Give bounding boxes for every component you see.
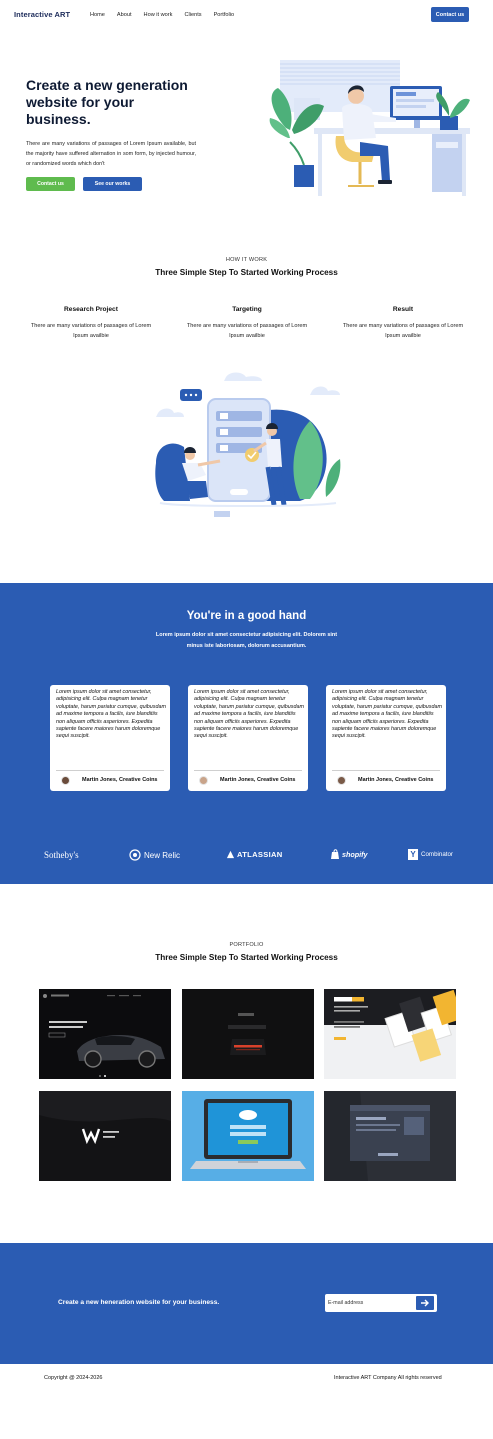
- nav-link-home[interactable]: Home: [90, 12, 105, 18]
- step-title: Research Project: [64, 306, 118, 313]
- hero-text: There are many variations of passages of…: [26, 141, 196, 167]
- brand-sothebys: Sotheby's: [44, 850, 79, 860]
- testimonial-quote: Lorem ipsum dolor sit amet consectetur, …: [332, 689, 442, 740]
- nav-contact-button[interactable]: Contact us: [431, 7, 469, 22]
- teamwork-illustration: [155, 372, 341, 517]
- email-placeholder: E-mail address: [328, 1300, 364, 1306]
- portfolio-item-dark-studio[interactable]: [39, 1091, 171, 1181]
- hero-illustration: [269, 60, 470, 196]
- nav-link-portfolio[interactable]: Portfolio: [214, 12, 235, 18]
- step-text: There are many variations of passages of…: [30, 323, 152, 339]
- send-arrow-icon: [421, 1299, 429, 1307]
- brand-label: shopify: [342, 850, 368, 859]
- how-title: Three Simple Step To Started Working Pro…: [155, 268, 338, 277]
- how-eyebrow: HOW IT WORK: [225, 257, 268, 263]
- brand-label: New Relic: [144, 850, 181, 860]
- divider: [332, 770, 440, 771]
- hero-works-button[interactable]: See our works: [83, 177, 142, 191]
- portfolio-item-mercedes[interactable]: [39, 989, 171, 1079]
- step-text: There are many variations of passages of…: [342, 323, 464, 339]
- atlassian-icon: [226, 850, 235, 859]
- hero-contact-button[interactable]: Contact us: [26, 177, 75, 191]
- testimonials-title: You're in a good hand: [186, 610, 307, 622]
- step-title: Result: [392, 306, 414, 313]
- portfolio-item-ibase[interactable]: [182, 989, 314, 1079]
- logo[interactable]: Interactive ART: [14, 10, 70, 19]
- new-relic-icon: [129, 849, 141, 861]
- brand-combinator: Y Combinator: [408, 849, 453, 860]
- landing-image: [324, 989, 456, 1079]
- brand-label: Combinator: [421, 851, 453, 858]
- testimonial-quote: Lorem ipsum dolor sit amet consectetur, …: [56, 689, 166, 740]
- shopify-icon: [331, 849, 339, 859]
- brand-shopify: shopify: [330, 849, 368, 860]
- testimonial-card: Lorem ipsum dolor sit amet consectetur, …: [188, 685, 308, 791]
- brand-new-relic: New Relic: [129, 849, 180, 861]
- hero-title: Create a new generation website for your…: [26, 77, 188, 127]
- step-text: There are many variations of passages of…: [186, 323, 308, 339]
- divider: [194, 770, 302, 771]
- studio-image: [39, 1091, 171, 1181]
- portfolio-eyebrow: PORTFOLIO: [229, 942, 264, 948]
- testimonial-quote: Lorem ipsum dolor sit amet consectetur, …: [194, 689, 304, 740]
- brand-atlassian: ATLASSIAN: [226, 850, 283, 859]
- testimonial-author: Martin Jones, Creative Coins: [358, 777, 434, 783]
- portfolio-item-dashboard[interactable]: [324, 1091, 456, 1181]
- nav-links: Home About How it work Clients Portfolio: [90, 12, 246, 18]
- testimonial-author: Martin Jones, Creative Coins: [82, 777, 158, 783]
- avatar: [61, 776, 70, 785]
- testimonial-card: Lorem ipsum dolor sit amet consectetur, …: [50, 685, 170, 791]
- device-image: [182, 989, 314, 1079]
- avatar: [199, 776, 208, 785]
- step-research: Research Project There are many variatio…: [26, 306, 156, 341]
- testimonial-author: Martin Jones, Creative Coins: [220, 777, 296, 783]
- testimonial-card: Lorem ipsum dolor sit amet consectetur, …: [326, 685, 446, 791]
- avatar: [337, 776, 346, 785]
- portfolio-item-skype[interactable]: [182, 1091, 314, 1181]
- portfolio-item-simplebee[interactable]: [324, 989, 456, 1079]
- testimonials-subtitle: Lorem ipsum dolor sit amet consectetur a…: [155, 632, 338, 649]
- laptop-image: [182, 1091, 314, 1181]
- footer-rights: Interactive ART Company All rights reser…: [334, 1375, 442, 1381]
- top-nav: Interactive ART Home About How it work C…: [0, 0, 493, 34]
- step-result: Result There are many variations of pass…: [338, 306, 468, 341]
- nav-link-about[interactable]: About: [117, 12, 132, 18]
- divider: [56, 770, 164, 771]
- y-icon: Y: [408, 849, 418, 860]
- nav-link-how-it-work[interactable]: How it work: [144, 12, 173, 18]
- footer-copyright: Copyright @ 2024-2026: [44, 1375, 103, 1381]
- nav-link-clients[interactable]: Clients: [184, 12, 201, 18]
- brand-label: ATLASSIAN: [237, 850, 283, 859]
- step-targeting: Targeting There are many variations of p…: [182, 306, 312, 341]
- dashboard-image: [324, 1091, 456, 1181]
- car-image: [39, 989, 171, 1079]
- step-title: Targeting: [232, 306, 262, 313]
- newsletter-text: Create a new heneration website for your…: [58, 1299, 220, 1306]
- portfolio-title: Three Simple Step To Started Working Pro…: [155, 953, 338, 962]
- brand-logos: Sotheby's New Relic ATLASSIAN shopify Y …: [0, 846, 493, 866]
- send-button[interactable]: [416, 1296, 434, 1310]
